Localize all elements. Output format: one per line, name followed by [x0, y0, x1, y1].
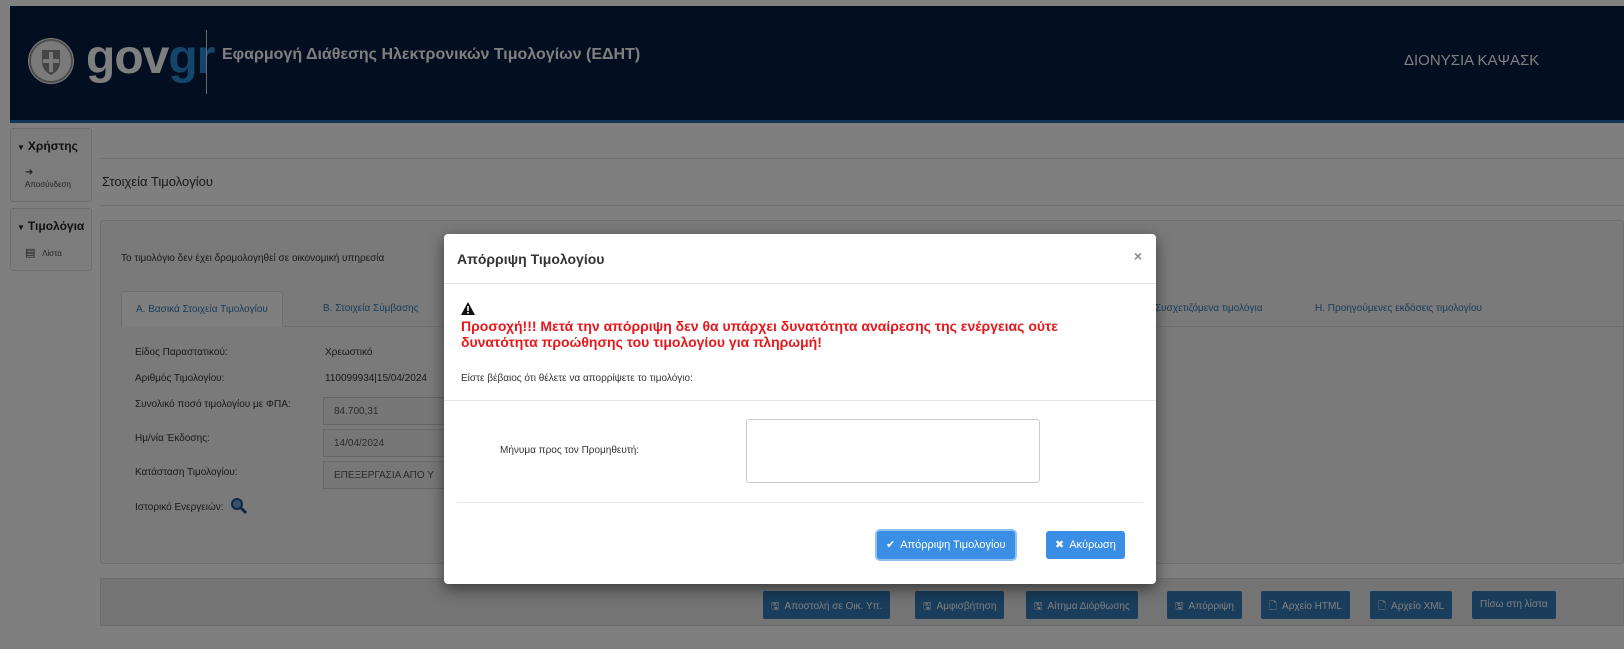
modal-divider [444, 400, 1156, 401]
warning-line-1: Προσοχή!!! Μετά την απόρριψη δεν θα υπάρ… [461, 318, 1058, 334]
modal-divider [457, 502, 1143, 503]
supplier-message-label: Μήνυμα προς τον Προμηθευτή: [500, 445, 640, 456]
warning-line-2: δυνατότητα προώθησης του τιμολογίου για … [461, 334, 822, 350]
cancel-button[interactable]: ✖ Ακύρωση [1046, 531, 1125, 559]
modal-title: Απόρριψη Τιμολογίου [457, 251, 605, 267]
supplier-message-input[interactable] [746, 419, 1040, 483]
close-icon[interactable]: × [1134, 248, 1142, 264]
check-icon: ✔ [886, 539, 896, 551]
confirm-reject-button[interactable]: ✔ Απόρριψη Τιμολογίου [877, 531, 1015, 559]
warning-message: Προσοχή!!! Μετά την απόρριψη δεν θα υπάρ… [461, 318, 1141, 350]
confirm-question: Είστε βέβαιος ότι θέλετε να απορρίψετε τ… [461, 373, 693, 384]
warning-icon [461, 302, 475, 318]
reject-invoice-modal: Απόρριψη Τιμολογίου × Προσοχή!!! Μετά τη… [444, 234, 1156, 584]
x-icon: ✖ [1055, 539, 1065, 551]
